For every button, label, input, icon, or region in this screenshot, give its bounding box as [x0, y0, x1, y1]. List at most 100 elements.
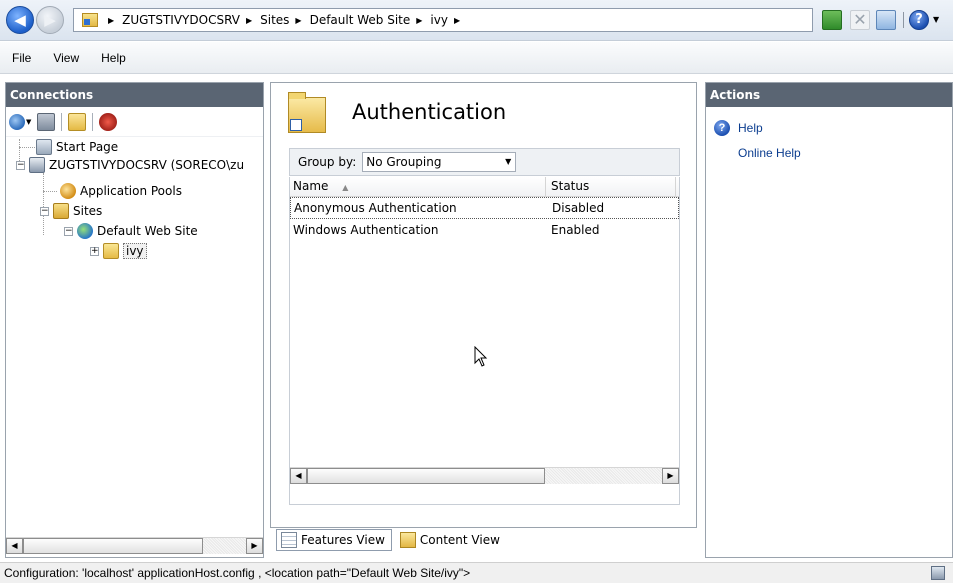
- scroll-right-icon[interactable]: ▶: [246, 538, 263, 554]
- help-link-label: Help: [738, 121, 763, 135]
- forward-arrow-icon: ▶: [44, 11, 56, 29]
- help-link[interactable]: ? Help: [714, 120, 763, 136]
- chevron-right-icon[interactable]: ▶: [454, 16, 460, 25]
- chevron-right-icon[interactable]: ▶: [295, 16, 301, 25]
- chevron-right-icon[interactable]: ▶: [246, 16, 252, 25]
- connections-tree: Start Page − ZUGTSTIVYDOCSRV (SORECO\zu …: [6, 137, 263, 507]
- tree-item-label: Start Page: [56, 140, 119, 154]
- tree-item-start-page[interactable]: Start Page: [36, 138, 118, 156]
- toolbar-separator: [92, 112, 94, 131]
- connections-title: Connections: [6, 83, 263, 107]
- grid-header: Name ▲ Status: [290, 177, 679, 197]
- tab-features-view[interactable]: Features View: [276, 529, 392, 551]
- content-view-icon: [399, 532, 416, 548]
- stop-icon[interactable]: ✕: [850, 10, 870, 30]
- tree-item-label: Default Web Site: [97, 224, 198, 238]
- address-bar: ◀ ▶ ▶ ZUGTSTIVYDOCSRV ▶ Sites ▶ Default …: [0, 0, 953, 41]
- online-help-label: Online Help: [738, 146, 801, 160]
- globe-icon: [77, 223, 93, 239]
- tree-line: [19, 147, 35, 148]
- row-status: Disabled: [552, 201, 605, 215]
- chevron-right-icon[interactable]: ▶: [416, 16, 422, 25]
- menu-help[interactable]: Help: [101, 51, 126, 65]
- row-name: Windows Authentication: [293, 223, 439, 237]
- breadcrumb-default-web-site[interactable]: Default Web Site: [310, 13, 411, 27]
- chevron-right-icon[interactable]: ▶: [108, 16, 114, 25]
- tree-item-ivy[interactable]: + ivy: [90, 242, 147, 260]
- column-header-name[interactable]: Name ▲: [290, 177, 546, 196]
- back-arrow-icon: ◀: [14, 11, 26, 29]
- refresh-icon[interactable]: [822, 10, 842, 30]
- tree-item-label: Sites: [73, 204, 103, 218]
- connections-toolbar: ▼: [6, 107, 263, 137]
- status-bar: Configuration: 'localhost' applicationHo…: [0, 562, 953, 583]
- table-row[interactable]: Windows Authentication Enabled: [290, 219, 679, 241]
- breadcrumb-ivy[interactable]: ivy: [430, 13, 448, 27]
- start-page-icon: [36, 139, 52, 155]
- column-header-label: Status: [551, 179, 590, 193]
- menu-file[interactable]: File: [12, 51, 31, 65]
- features-grid: Name ▲ Status Anonymous Authentication D…: [289, 177, 680, 505]
- save-icon[interactable]: [37, 112, 56, 131]
- toolbar-separator: [903, 12, 904, 28]
- breadcrumb-sites[interactable]: Sites: [260, 13, 289, 27]
- tree-item-server[interactable]: − ZUGTSTIVYDOCSRV (SORECO\zu: [16, 156, 244, 174]
- forward-button[interactable]: ▶: [36, 6, 64, 34]
- menu-view[interactable]: View: [53, 51, 79, 65]
- sort-ascending-icon: ▲: [342, 183, 349, 192]
- tab-content-view[interactable]: Content View: [396, 529, 506, 551]
- group-by-select[interactable]: No Grouping ▼: [362, 152, 517, 172]
- scrollbar-thumb[interactable]: [23, 538, 203, 554]
- chevron-down-icon: ▼: [505, 157, 512, 166]
- scroll-left-icon[interactable]: ◀: [6, 538, 23, 554]
- tab-label: Content View: [419, 533, 500, 547]
- scroll-left-icon[interactable]: ◀: [290, 468, 307, 484]
- actions-title: Actions: [706, 83, 952, 107]
- scrollbar-thumb[interactable]: [307, 468, 545, 484]
- row-status: Enabled: [551, 223, 600, 237]
- collapse-icon[interactable]: −: [40, 206, 49, 216]
- actions-panel: Actions ? Help Online Help: [705, 82, 953, 558]
- delete-connection-icon[interactable]: [99, 112, 118, 131]
- column-header-status[interactable]: Status: [546, 177, 676, 196]
- toolbar-separator: [61, 112, 63, 131]
- back-button[interactable]: ◀: [6, 6, 34, 34]
- features-panel: Authentication Group by: No Grouping ▼ N…: [270, 82, 697, 528]
- tree-item-label: Application Pools: [80, 184, 182, 198]
- scroll-right-icon[interactable]: ▶: [662, 468, 679, 484]
- up-level-icon[interactable]: [68, 112, 87, 131]
- home-icon[interactable]: [876, 10, 896, 30]
- column-header-label: Name: [293, 179, 329, 193]
- menu-bar: File View Help: [0, 42, 953, 74]
- breadcrumb[interactable]: ▶ ZUGTSTIVYDOCSRV ▶ Sites ▶ Default Web …: [73, 8, 813, 32]
- connections-panel: Connections ▼ Start Page − ZUGTSTIVYDOCS…: [5, 82, 264, 558]
- online-help-link[interactable]: Online Help: [738, 146, 801, 160]
- table-row[interactable]: Anonymous Authentication Disabled: [290, 197, 679, 219]
- application-folder-icon: [103, 243, 119, 259]
- collapse-icon[interactable]: −: [64, 226, 73, 236]
- connect-icon[interactable]: [9, 113, 25, 130]
- tab-label: Features View: [301, 533, 385, 547]
- breadcrumb-server[interactable]: ZUGTSTIVYDOCSRV: [122, 13, 240, 27]
- tree-item-default-web-site[interactable]: − Default Web Site: [64, 222, 198, 240]
- status-text: Configuration: 'localhost' applicationHo…: [4, 566, 471, 580]
- chevron-down-icon[interactable]: ▼: [933, 15, 939, 24]
- expand-icon[interactable]: +: [90, 246, 99, 256]
- connections-horizontal-scrollbar[interactable]: ◀ ▶: [6, 537, 263, 554]
- group-by-bar: Group by: No Grouping ▼: [289, 148, 680, 176]
- application-pools-icon: [60, 183, 76, 199]
- authentication-folder-icon: [288, 92, 326, 133]
- mouse-cursor-icon: [474, 346, 488, 367]
- tree-item-label: ivy: [123, 243, 147, 259]
- grid-horizontal-scrollbar[interactable]: ◀ ▶: [290, 467, 679, 484]
- features-view-icon: [281, 532, 297, 548]
- page-title: Authentication: [352, 100, 507, 124]
- chevron-down-icon[interactable]: ▼: [26, 118, 31, 126]
- help-icon[interactable]: ?: [909, 10, 929, 30]
- sites-folder-icon: [53, 203, 69, 219]
- server-icon: [29, 157, 45, 173]
- tree-item-sites[interactable]: − Sites: [40, 202, 102, 220]
- collapse-icon[interactable]: −: [16, 160, 25, 170]
- tree-item-application-pools[interactable]: Application Pools: [60, 182, 182, 200]
- group-by-label: Group by:: [298, 155, 357, 169]
